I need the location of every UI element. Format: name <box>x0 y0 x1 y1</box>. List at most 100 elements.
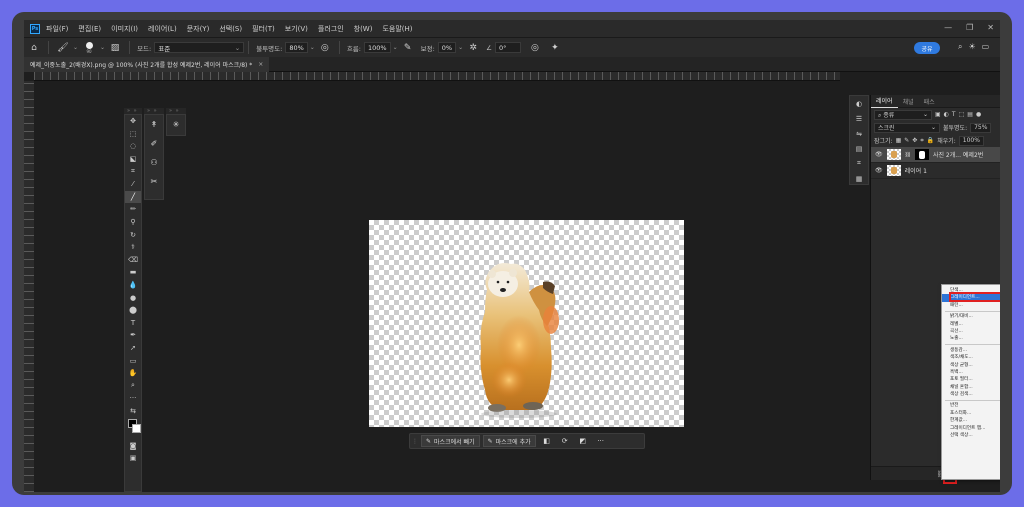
type-tool-icon[interactable]: T <box>125 317 141 330</box>
adjustment-menu-item[interactable]: 흑백... <box>942 369 1000 376</box>
adjustment-menu-item[interactable]: 밝기/대비... <box>942 313 1000 320</box>
adjustment-menu-item[interactable]: 색조/채도... <box>942 354 1000 361</box>
menu-filter[interactable]: 필터(T) <box>252 24 275 34</box>
history-brush-icon[interactable]: ↻ <box>125 228 141 241</box>
tab-close-icon[interactable]: × <box>258 61 263 68</box>
libraries-panel-icon[interactable]: ▤ <box>850 141 868 156</box>
pressure-size-icon[interactable]: ◎ <box>529 42 541 54</box>
history-panel-icon[interactable]: ⌗ <box>850 156 868 171</box>
mask-settings-icon[interactable]: ◩ <box>576 435 590 447</box>
brush-tool-icon[interactable]: ╱ <box>125 190 141 204</box>
marquee-tool-icon[interactable]: ⬚ <box>125 128 141 141</box>
maximize-button[interactable]: ❐ <box>966 23 973 32</box>
taskbar-grip-icon[interactable]: ⋮ <box>412 438 418 445</box>
pressure-opacity-icon[interactable]: ◎ <box>319 42 331 54</box>
filter-smart-icon[interactable]: ▤ <box>967 111 973 118</box>
gradient-tool-icon[interactable]: ▬ <box>125 266 141 279</box>
minimize-button[interactable]: — <box>944 23 952 32</box>
lock-move-icon[interactable]: ✥ <box>912 137 917 144</box>
visibility-eye-icon[interactable]: 👁 <box>875 167 883 174</box>
filter-shape-icon[interactable]: ⬚ <box>959 111 965 118</box>
adjustment-menu-item[interactable]: 반전 <box>942 402 1000 409</box>
burst-icon[interactable]: ✳ <box>167 115 185 134</box>
people-icon[interactable]: ⚇ <box>145 153 163 172</box>
hand-tool-icon[interactable]: ✋ <box>125 367 141 380</box>
learn-icon[interactable]: ☀ <box>968 42 975 52</box>
dodge-tool-icon[interactable]: ● <box>125 291 141 304</box>
fill-field[interactable]: 100% <box>958 135 984 146</box>
document-tab[interactable]: 예제_이중노출_2(배경X).png @ 100% (사진 2개를 합성 예제2… <box>24 57 270 72</box>
swap-colors-icon[interactable]: ⇆ <box>125 405 141 418</box>
gear-icon[interactable]: ✲ <box>467 42 479 54</box>
menu-image[interactable]: 이미지(I) <box>111 24 138 34</box>
lock-paint-icon[interactable]: ✎ <box>904 137 909 144</box>
opacity-field[interactable]: 80% <box>285 42 308 53</box>
adjustment-menu-item[interactable]: 레벨... <box>942 321 1000 328</box>
menu-view[interactable]: 보기(V) <box>285 24 308 34</box>
color-swatches[interactable] <box>125 417 141 439</box>
more-tools-icon[interactable]: ··· <box>125 392 141 405</box>
object-select-icon[interactable]: ⬕ <box>125 153 141 166</box>
adjustment-menu-item[interactable]: 패턴... <box>942 302 1000 309</box>
adjustment-menu-item[interactable]: 채널 혼합... <box>942 384 1000 391</box>
adjustment-menu-item[interactable]: 포스터화... <box>942 410 1000 417</box>
menu-edit[interactable]: 편집(E) <box>78 24 101 34</box>
more-options-icon[interactable]: ··· <box>594 435 608 447</box>
layer-filter-select[interactable]: ⌕ 종류 ⌄ <box>874 109 932 120</box>
pencil-tool-icon[interactable]: ✏ <box>125 203 141 216</box>
subtract-from-mask-button[interactable]: ✎ 마스크에서 빼기 <box>421 435 480 447</box>
adjustment-menu-item[interactable]: 곡선... <box>942 328 1000 335</box>
clone-stamp-icon[interactable]: ⚲ <box>125 216 141 229</box>
adjustment-menu-item[interactable]: 포토 필터... <box>942 376 1000 383</box>
tab-paths[interactable]: 패스 <box>919 95 940 108</box>
healing-brush-icon[interactable]: ⚕ <box>125 241 141 254</box>
quick-mask-icon[interactable]: ◙ <box>125 439 141 452</box>
adjustment-menu-item[interactable]: 한계값... <box>942 417 1000 424</box>
pen-tool-icon[interactable]: ✒ <box>125 329 141 342</box>
adjustment-menu-item[interactable]: 그레이디언트 맵... <box>942 425 1000 432</box>
layer-row[interactable]: 👁 ⛓ 사진 2개... 예제2번 <box>871 147 1000 163</box>
rectangle-tool-icon[interactable]: ▭ <box>125 354 141 367</box>
adjustment-brush-icon[interactable]: ↟ <box>145 115 163 134</box>
lock-pixels-icon[interactable]: ▦ <box>896 137 902 144</box>
crop-tool-icon[interactable]: ⌗ <box>125 165 141 178</box>
add-to-mask-button[interactable]: ✎ 마스크에 추가 <box>482 435 536 447</box>
properties-panel-icon[interactable]: ☰ <box>850 111 868 126</box>
path-select-icon[interactable]: ➚ <box>125 342 141 355</box>
scissors-icon[interactable]: ✂ <box>145 172 163 191</box>
menu-layer[interactable]: 레이어(L) <box>148 24 177 34</box>
blur-tool-icon[interactable]: 💧 <box>125 279 141 292</box>
chain-link-icon[interactable]: ⛓ <box>905 152 911 158</box>
visibility-eye-icon[interactable]: 👁 <box>875 151 883 158</box>
menu-select[interactable]: 선택(S) <box>219 24 242 34</box>
angle-field[interactable]: 0° <box>494 42 521 53</box>
symmetry-icon[interactable]: ✦ <box>549 42 561 54</box>
color-panel-icon[interactable]: ◐ <box>850 96 868 111</box>
filter-pixel-icon[interactable]: ▣ <box>935 111 941 118</box>
close-button[interactable]: ✕ <box>987 23 994 32</box>
smoothing-field[interactable]: 0% <box>437 42 457 53</box>
adjustment-menu-item[interactable]: 색상 균형... <box>942 362 1000 369</box>
adjustment-menu-item[interactable]: 선택 색상... <box>942 432 1000 439</box>
brush-settings-icon[interactable]: ▨ <box>109 42 121 54</box>
swatches-panel-icon[interactable]: ▦ <box>850 171 868 186</box>
sponge-tool-icon[interactable]: ⬤ <box>125 304 141 317</box>
brush-preset-icon[interactable]: 90 <box>82 41 96 54</box>
document-canvas[interactable] <box>369 220 684 427</box>
lock-artboard-icon[interactable]: ⌗ <box>920 137 923 145</box>
search-icon[interactable]: ⌕ <box>958 42 962 52</box>
screen-mode-icon[interactable]: ▣ <box>125 452 141 465</box>
filter-adjust-icon[interactable]: ◐ <box>944 111 949 118</box>
layer-opacity-field[interactable]: 75% <box>970 122 992 133</box>
workspace-icon[interactable]: ▭ <box>982 42 990 52</box>
adjustment-menu-item[interactable]: 노출... <box>942 335 1000 342</box>
eyedropper-icon[interactable]: ⁄ <box>125 178 141 191</box>
menu-plugins[interactable]: 플러그인 <box>318 24 344 34</box>
move-tool-icon[interactable]: ✥ <box>125 115 141 128</box>
tab-layers[interactable]: 레이어 <box>871 95 898 108</box>
brush-tool-icon[interactable]: 🖌 <box>57 42 69 54</box>
adjustment-menu-item[interactable]: 생동감... <box>942 347 1000 354</box>
adjustment-menu-item[interactable]: 색상 검색... <box>942 391 1000 398</box>
eraser-tool-icon[interactable]: ⌫ <box>125 254 141 267</box>
filter-toggle-icon[interactable]: ● <box>976 111 981 118</box>
